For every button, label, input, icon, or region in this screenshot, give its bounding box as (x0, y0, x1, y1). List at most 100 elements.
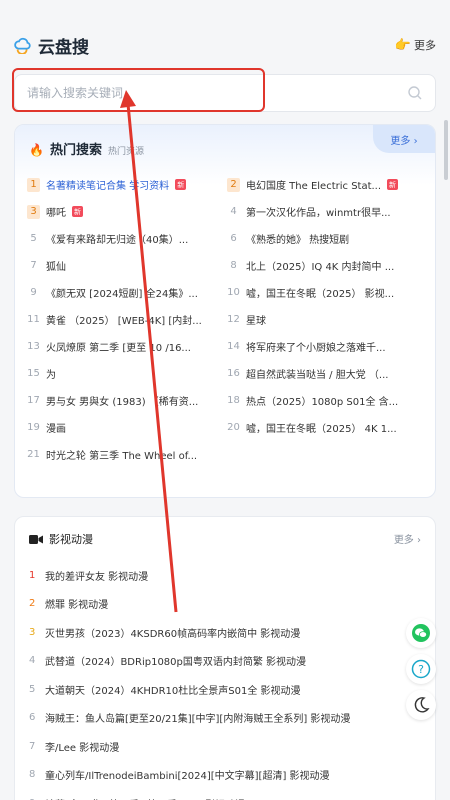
media-item-rank: 1 (29, 569, 36, 581)
media-item-rank: 7 (29, 740, 36, 752)
brand[interactable]: 云盘搜 (14, 33, 89, 58)
hot-row: 17 男与女 男與女 (1983) 【稀有资... 18 热点（2025）1080p … (27, 387, 427, 414)
media-title: 影视动漫 (49, 533, 93, 546)
media-list-item[interactable]: 7 李/Lee 影视动漫 (29, 732, 409, 761)
hot-item[interactable]: 3 哪吒新 (27, 204, 227, 219)
hot-row: 5 《爱有来路却无归途（40集）... 6 《熟悉的她》 热搜短剧 (27, 225, 427, 252)
hot-item-label: 狐仙 (46, 262, 66, 273)
media-item-rank: 6 (29, 712, 36, 724)
hot-item-rank: 8 (230, 260, 237, 271)
media-list-item[interactable]: 4 武替道（2024）BDRip1080p国粤双语内封简繁 影视动漫 (29, 647, 409, 676)
hot-item-label: 第一次汉化作品，winmtr很早... (246, 208, 391, 219)
hot-item[interactable]: 15 为 (27, 366, 227, 381)
hot-item-label: 火凤燎原 第二季 [更至 10 /16... (46, 343, 191, 354)
new-badge: 新 (72, 206, 83, 217)
hot-item-rank: 13 (27, 341, 40, 352)
hot-item[interactable]: 16 超自然武装当哒当 / 胆大党 （... (227, 366, 427, 381)
hot-more-button[interactable]: 更多 › (373, 125, 435, 153)
media-list-item[interactable]: 8 童心列车/IlTrenodeiBambini[2024][中文字幕][超清] … (29, 761, 409, 790)
hot-item[interactable]: 17 男与女 男與女 (1983) 【稀有资... (27, 393, 227, 408)
hot-item-label: 嘘，国王在冬眠（2025） 影视... (246, 289, 395, 300)
hot-item-rank: 14 (227, 341, 240, 352)
pointing-hand-icon: 👉 (394, 37, 411, 53)
hot-item[interactable]: 11 黄雀 （2025） [WEB-4K] [内封... (27, 312, 227, 327)
help-button[interactable]: ? (406, 654, 436, 684)
hot-item[interactable]: 19 漫画 (27, 420, 227, 435)
theme-toggle-button[interactable] (406, 690, 436, 720)
search-bar[interactable] (14, 74, 436, 112)
hot-item[interactable]: 9 《颜无双 [2024短剧] 全24集》... (27, 285, 227, 300)
media-list-item[interactable]: 1 我的差评女友 影视动漫 (29, 561, 409, 590)
hot-item[interactable]: 6 《熟悉的她》 热搜短剧 (227, 231, 427, 246)
app-title: 云盘搜 (38, 37, 89, 58)
hot-search-list: 1 名著精读笔记合集 学习资料新 2 电幻国度 The Electric Stat..… (27, 171, 427, 468)
search-icon[interactable] (407, 85, 423, 101)
media-list-item[interactable]: 3 灭世男孩（2023）4KSDR60帧高码率内嵌简中 影视动漫 (29, 618, 409, 647)
wechat-button[interactable] (406, 618, 436, 648)
hot-row: 3 哪吒新 4 第一次汉化作品，winmtr很早... (27, 198, 427, 225)
search-input[interactable] (27, 86, 407, 100)
hot-item-rank: 16 (227, 368, 240, 379)
hot-item-label: 《熟悉的她》 热搜短剧 (246, 235, 350, 246)
svg-text:?: ? (418, 663, 424, 676)
hot-item-rank: 9 (30, 287, 37, 298)
hot-item-label: 电幻国度 The Electric Stat... (246, 181, 382, 192)
hot-item[interactable]: 7 狐仙 (27, 258, 227, 273)
hot-row: 21 时光之轮 第三季 The Wheel of... (27, 441, 427, 468)
hot-row: 7 狐仙 8 北上（2025）IQ 4K 内封简中 ... (27, 252, 427, 279)
media-item-label: 童心列车/IlTrenodeiBambini[2024][中文字幕][超清] 影… (45, 771, 330, 783)
media-item-label: 李/Lee 影视动漫 (45, 742, 120, 754)
hot-item[interactable]: 20 嘘，国王在冬眠（2025） 4K 1... (227, 420, 427, 435)
fire-icon: 🔥 (29, 143, 44, 157)
hot-item-label: 为 (46, 370, 56, 381)
hot-item[interactable]: 8 北上（2025）IQ 4K 内封简中 ... (227, 258, 427, 273)
hot-item-rank: 2 (227, 177, 240, 192)
hot-item-label: 名著精读笔记合集 学习资料 (46, 181, 170, 192)
wechat-icon (412, 624, 430, 642)
hot-item-rank: 4 (230, 206, 237, 217)
hot-item-label: 男与女 男與女 (1983) 【稀有资... (46, 397, 199, 408)
hot-item-label: 超自然武装当哒当 / 胆大党 （... (246, 370, 389, 381)
media-item-label: 武替道（2024）BDRip1080p国粤双语内封简繁 影视动漫 (45, 657, 307, 669)
hot-item[interactable]: 13 火凤燎原 第二季 [更至 10 /16... (27, 339, 227, 354)
hot-item[interactable]: 2 电幻国度 The Electric Stat... 新 (227, 177, 427, 192)
hot-item-label: 星球 (246, 316, 266, 327)
page-scrollbar[interactable] (444, 120, 448, 180)
media-card: 影视动漫 更多 › 1 我的差评女友 影视动漫 2 燃罪 影视动漫 3 灭世男孩（2023… (14, 516, 436, 800)
header-more-button[interactable]: 👉 更多 (395, 37, 436, 53)
help-icon: ? (411, 659, 431, 679)
hot-item[interactable]: 5 《爱有来路却无归途（40集）... (27, 231, 227, 246)
hot-item-rank: 11 (27, 314, 40, 325)
media-list-item[interactable]: 5 大道朝天（2024）4KHDR10杜比全景声S01全 影视动漫 (29, 675, 409, 704)
hot-item[interactable]: 21 时光之轮 第三季 The Wheel of... (27, 447, 227, 462)
hot-row: 11 黄雀 （2025） [WEB-4K] [内封... 12 星球 (27, 306, 427, 333)
hot-row: 9 《颜无双 [2024短剧] 全24集》... 10 嘘，国王在冬眠（2025） 影… (27, 279, 427, 306)
hot-item[interactable]: 4 第一次汉化作品，winmtr很早... (227, 204, 427, 219)
hot-item-label: 哪吒 (46, 208, 66, 219)
hot-item-label: 嘘，国王在冬眠（2025） 4K 1... (246, 424, 397, 435)
hot-item-label: 黄雀 （2025） [WEB-4K] [内封... (46, 316, 202, 327)
media-list-item[interactable]: 9神墓[全34集][第一季][第二季][4K] 影视动漫 (29, 789, 409, 800)
hot-row: 15 为 16 超自然武装当哒当 / 胆大党 （... (27, 360, 427, 387)
media-item-label: 我的差评女友 影视动漫 (45, 571, 149, 583)
hot-item[interactable]: 18 热点（2025）1080p S01全 含... (227, 393, 427, 408)
media-list-item[interactable]: 6 海贼王：鱼人岛篇[更至20/21集][中字][内附海贼王全系列] 影视动漫 (29, 704, 409, 733)
header-more-label: 更多 (414, 39, 436, 52)
media-item-label: 燃罪 影视动漫 (45, 600, 109, 612)
hot-item[interactable]: 1 名著精读笔记合集 学习资料新 (27, 177, 227, 192)
app-header: 云盘搜 👉 更多 (0, 0, 450, 66)
hot-item[interactable]: 14 将军府来了个小厨娘之落难千... (227, 339, 427, 354)
hot-item[interactable]: 12 星球 (227, 312, 427, 327)
media-more-button[interactable]: 更多 › (394, 531, 421, 546)
hot-item-label: 将军府来了个小厨娘之落难千... (246, 343, 386, 354)
media-list-item[interactable]: 2 燃罪 影视动漫 (29, 590, 409, 619)
floating-actions: ? (406, 618, 440, 720)
hot-item[interactable]: 10 嘘，国王在冬眠（2025） 影视... (227, 285, 427, 300)
media-item-label: 神墓[全34集][第一季][第二季][4K] 影视动漫 (45, 796, 245, 800)
video-camera-icon (29, 534, 43, 544)
hot-item-rank: 15 (27, 368, 40, 379)
hot-item-label: 漫画 (46, 424, 66, 435)
media-item-rank: 3 (29, 626, 36, 638)
hot-item-rank: 1 (27, 177, 40, 192)
hot-item-rank: 10 (227, 287, 240, 298)
